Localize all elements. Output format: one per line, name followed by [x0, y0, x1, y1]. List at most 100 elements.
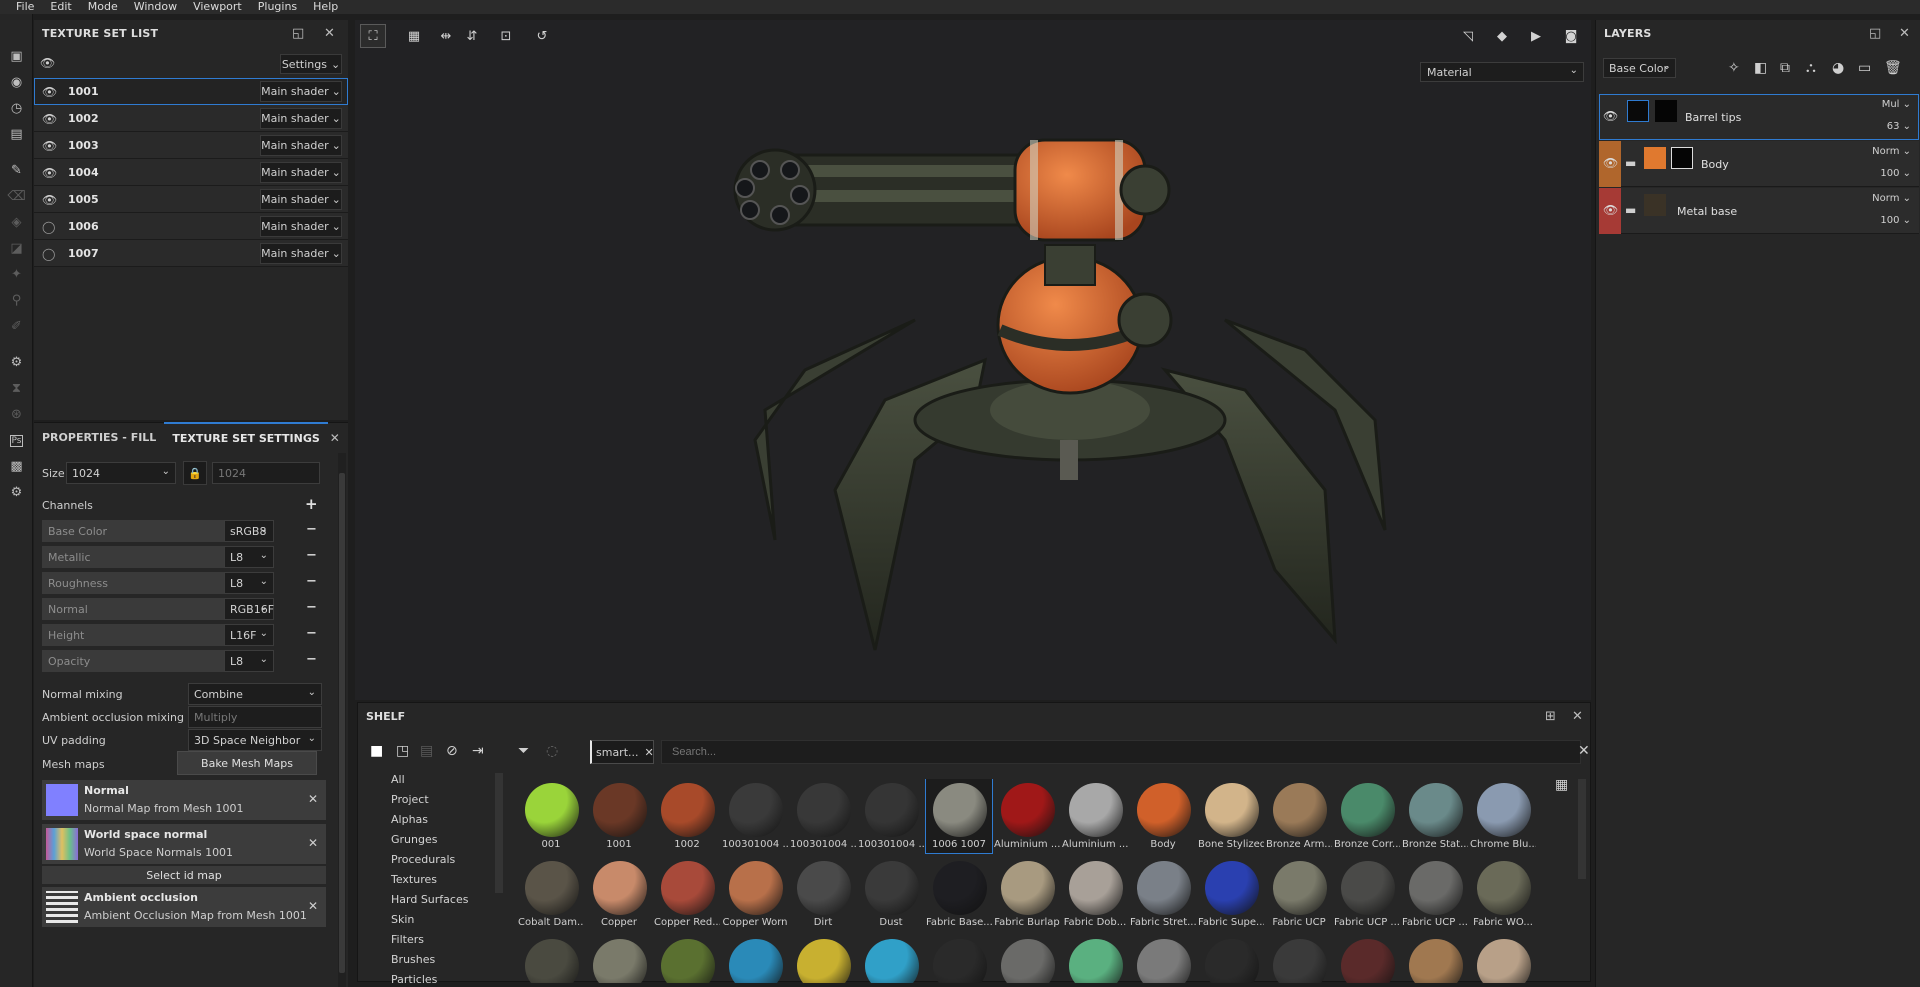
photoshop-icon[interactable]: Ps — [8, 432, 25, 449]
substance-icon[interactable]: ⊛ — [8, 406, 25, 423]
camera-bake-icon[interactable]: ▩ — [8, 458, 25, 475]
shelf-resource-tile[interactable]: Fabric WO... — [1470, 857, 1536, 931]
paint-brush-icon[interactable]: ✎ — [8, 162, 25, 179]
channel-name-field[interactable]: Normal — [42, 598, 224, 620]
selection-mode-icon[interactable]: ⛶ — [360, 24, 386, 48]
shader-select[interactable]: Main shader ⌄ — [260, 162, 342, 183]
shelf-category[interactable]: Project — [391, 793, 429, 806]
select-id-map-button[interactable]: Select id map — [42, 866, 326, 884]
shelf-resource-tile[interactable]: Bronze Corr... — [1334, 779, 1400, 853]
history-icon[interactable]: ◷ — [8, 100, 25, 117]
visibility-icon[interactable]: 👁 — [1603, 203, 1618, 217]
texture-set-row[interactable]: 👁 1004 Main shader ⌄ — [34, 159, 348, 186]
shelf-resource-tile[interactable]: Bone Stylized — [1198, 779, 1264, 853]
remove-channel-icon[interactable]: − — [306, 600, 317, 615]
shelf-resource-tile[interactable]: Copper — [586, 857, 652, 931]
log-icon[interactable]: ▤ — [8, 126, 25, 143]
shelf-resource-tile[interactable] — [722, 935, 788, 983]
shelf-resource-tile[interactable]: Bronze Stat... — [1402, 779, 1468, 853]
grid-scrollbar[interactable] — [1578, 779, 1586, 879]
menu-item-viewport[interactable]: Viewport — [187, 0, 248, 14]
remove-icon[interactable]: ✕ — [308, 836, 318, 850]
shelf-resource-tile[interactable]: 1001 — [586, 779, 652, 853]
undock-icon[interactable]: ◱ — [292, 26, 304, 41]
shelf-resource-tile[interactable] — [654, 935, 720, 983]
lock-icon[interactable]: 🔒 — [183, 461, 207, 485]
add-paint-layer-icon[interactable]: ⛬ — [1806, 60, 1816, 76]
shelf-resource-tile[interactable]: Fabric UCP ... — [1402, 857, 1468, 931]
add-smart-material-icon[interactable]: ◕ — [1832, 60, 1844, 76]
settings-icon[interactable]: ⚙ — [8, 484, 25, 501]
shader-select[interactable]: Main shader ⌄ — [260, 108, 342, 129]
visibility-toggle-icon[interactable]: 👁 — [40, 56, 55, 70]
channel-name-field[interactable]: Opacity — [42, 650, 224, 672]
add-mask-icon[interactable]: ◧ — [1754, 60, 1767, 76]
shelf-resource-tile[interactable]: Fabric UCP ... — [1334, 857, 1400, 931]
filter-tag[interactable]: smart... ✕ — [590, 740, 654, 764]
shelf-resource-tile[interactable]: 1002 — [654, 779, 720, 853]
shelf-category[interactable]: Procedurals — [391, 853, 455, 866]
shelf-resource-tile[interactable] — [1062, 935, 1128, 983]
visibility-icon[interactable]: 👁 — [1603, 156, 1618, 170]
shelf-category[interactable]: Filters — [391, 933, 424, 946]
grid-tile-icon[interactable]: ▦ — [401, 24, 427, 48]
normal-mixing-select[interactable]: Combine ⌄ — [188, 683, 322, 705]
remove-channel-icon[interactable]: − — [306, 548, 317, 563]
shelf-resource-tile[interactable]: 100301004 ... — [858, 779, 924, 853]
shelf-resource-tile[interactable]: Fabric Burlap — [994, 857, 1060, 931]
add-fill-layer-icon[interactable]: ⧉ — [1780, 60, 1790, 76]
clone-stamp-icon[interactable]: ⚲ — [8, 292, 25, 309]
layer-body[interactable]: 👁 ▬ Body Norm ⌄ 100 ⌄ — [1599, 141, 1919, 187]
shelf-category[interactable]: Brushes — [391, 953, 435, 966]
brush-tool-icon[interactable]: ▣ — [8, 48, 25, 65]
shelf-resource-tile[interactable]: Bronze Arm... — [1266, 779, 1332, 853]
close-icon[interactable]: ✕ — [324, 26, 335, 41]
remove-channel-icon[interactable]: − — [306, 574, 317, 589]
tab-properties-fill[interactable]: PROPERTIES - FILL — [34, 423, 164, 453]
add-effect-icon[interactable]: ✧ — [1728, 60, 1740, 76]
menu-item-edit[interactable]: Edit — [44, 0, 77, 14]
shelf-resource-tile[interactable]: Copper Red... — [654, 857, 720, 931]
grid-view-icon[interactable]: ▦ — [1555, 777, 1568, 793]
symmetry-y-icon[interactable]: ⇵ — [459, 24, 485, 48]
eye-icon[interactable]: 👁 — [42, 166, 57, 180]
menu-item-mode[interactable]: Mode — [82, 0, 124, 14]
shelf-resource-tile[interactable] — [1266, 935, 1332, 983]
close-icon[interactable]: ✕ — [1572, 709, 1583, 724]
shelf-resource-tile[interactable]: 001 — [518, 779, 584, 853]
viewport-3d-icon[interactable]: ◆ — [1489, 24, 1515, 48]
shelf-resource-tile[interactable] — [926, 935, 992, 983]
channel-format-select[interactable]: L8 ⌄ — [224, 546, 274, 568]
menu-item-help[interactable]: Help — [307, 0, 344, 14]
eye-icon[interactable]: 👁 — [42, 112, 57, 126]
uv-padding-select[interactable]: 3D Space Neighbor ⌄ — [188, 729, 322, 751]
mesh-map-normal[interactable]: Normal Normal Map from Mesh 1001 ✕ — [42, 780, 326, 820]
texture-set-row[interactable]: 👁 1005 Main shader ⌄ — [34, 186, 348, 213]
shader-select[interactable]: Main shader ⌄ — [260, 243, 342, 264]
tab-texture-set-settings[interactable]: TEXTURE SET SETTINGS — [164, 422, 328, 454]
menu-item-plugins[interactable]: Plugins — [252, 0, 303, 14]
texture-set-row[interactable]: 👁 1003 Main shader ⌄ — [34, 132, 348, 159]
turret-model[interactable] — [685, 110, 1565, 670]
size-select[interactable]: 1024 ⌄ — [66, 462, 176, 484]
remove-icon[interactable]: ✕ — [308, 792, 318, 806]
camera-icon[interactable]: ▶ — [1523, 24, 1549, 48]
shelf-resource-tile[interactable]: Aluminium ... — [1062, 779, 1128, 853]
texture-set-row[interactable]: 👁 1001 Main shader ⌄ — [34, 78, 348, 105]
visibility-icon[interactable]: 👁 — [1603, 109, 1618, 123]
shelf-resource-tile[interactable] — [1334, 935, 1400, 983]
import-icon[interactable]: ⇥ — [472, 743, 484, 759]
menu-item-file[interactable]: File — [10, 0, 40, 14]
shelf-resource-tile[interactable]: Chrome Blu... — [1470, 779, 1536, 853]
add-channel-icon[interactable]: + — [305, 495, 318, 513]
shelf-resource-tile[interactable] — [858, 935, 924, 983]
shelf-resource-tile[interactable]: Cobalt Dam... — [518, 857, 584, 931]
shelf-category[interactable]: All — [391, 773, 405, 786]
shelf-resource-tile[interactable] — [1470, 935, 1536, 983]
shelf-category[interactable]: Hard Surfaces — [391, 893, 468, 906]
remove-tag-icon[interactable]: ✕ — [645, 746, 654, 759]
save-icon[interactable]: ▤ — [420, 743, 433, 759]
3d-viewport[interactable]: ⛶ ▦ ⇹ ⇵ ⊡ ↺ ◹ ◆ ▶ ◙ Material ⌄ — [355, 20, 1591, 700]
eye-icon[interactable]: 👁 — [42, 85, 57, 99]
material-mode-select[interactable]: Material ⌄ — [1420, 62, 1584, 82]
